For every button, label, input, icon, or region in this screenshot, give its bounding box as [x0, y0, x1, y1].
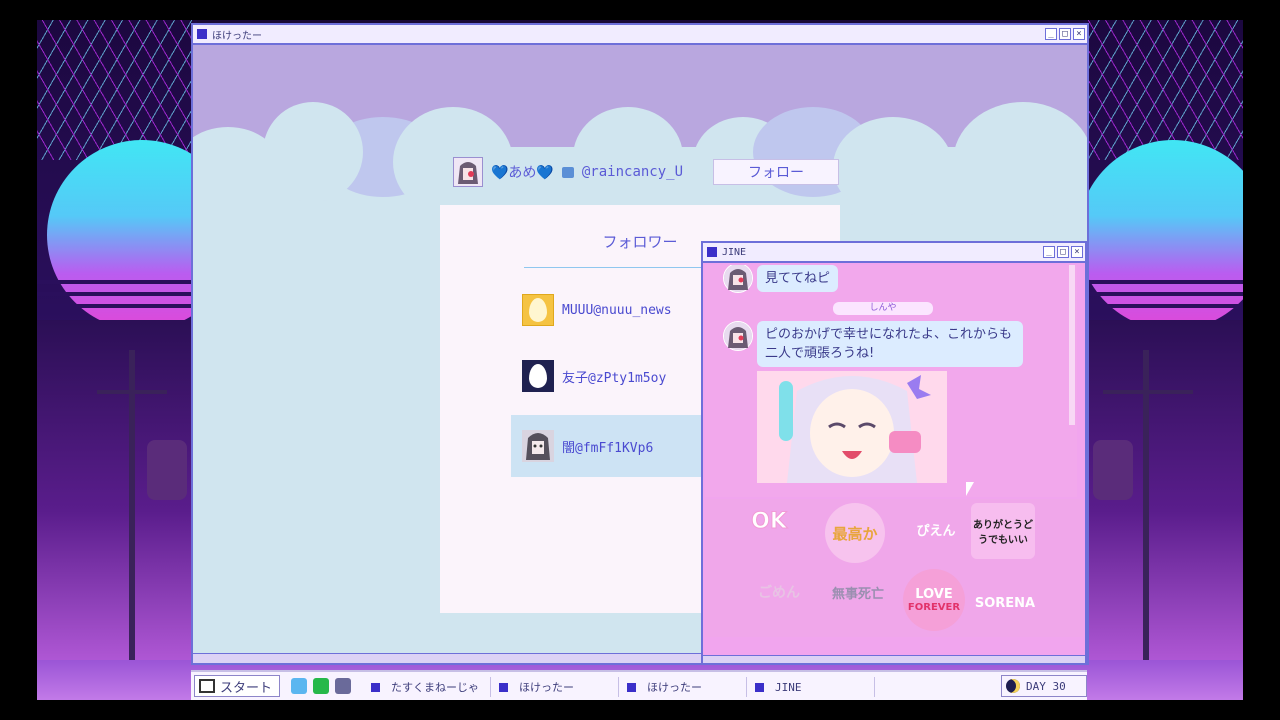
start-label: スタート: [220, 680, 273, 696]
moon-icon: [1006, 679, 1020, 693]
task-label: ほけったー: [519, 681, 574, 694]
follower-label: MUUU@nuuu_news: [562, 302, 672, 318]
profile-handle: @raincancy_U: [581, 164, 684, 180]
task-pokettter-2[interactable]: ほけったー: [621, 677, 747, 697]
screen: ほけったー _ □ × 💙あめ💙 @raincancy_U フォロー フォロワー…: [0, 0, 1280, 720]
window-icon: [371, 682, 380, 692]
task-label: JINE: [775, 680, 802, 694]
chat-avatar: [723, 321, 753, 351]
follower-label: 友子@zPty1m5oy: [562, 370, 667, 386]
minimize-button[interactable]: _: [1043, 246, 1055, 258]
chat-avatar: [723, 265, 753, 293]
chat-photo[interactable]: [757, 371, 947, 483]
follow-button[interactable]: フォロー: [713, 159, 839, 185]
window-statusbar: [703, 655, 1085, 663]
profile-name: 💙あめ💙: [491, 165, 554, 181]
chat-tag: しんや: [833, 302, 933, 315]
start-icon: [199, 679, 215, 693]
profile-avatar[interactable]: [453, 157, 483, 187]
stamp-pien[interactable]: ぴえん: [903, 499, 969, 559]
wallpaper-left: [37, 20, 197, 668]
stamp-sorena[interactable]: SORENA: [973, 573, 1037, 633]
wallpaper-right: [1083, 20, 1243, 668]
close-button[interactable]: ×: [1071, 246, 1083, 258]
chat-scrollbar[interactable]: [1069, 265, 1075, 425]
close-button[interactable]: ×: [1073, 28, 1085, 40]
chat-area[interactable]: 見ててねピ しんや ピのおかげで幸せになれたよ、これからも二人で頑張ろうね!: [705, 265, 1077, 497]
task-label: ほけったー: [647, 681, 702, 694]
task-label: たすくまねーじゃ: [391, 681, 479, 694]
task-taskmanager[interactable]: たすくまねーじゃ: [365, 677, 491, 697]
titlebar[interactable]: JINE _ □ ×: [703, 243, 1085, 263]
stamp-saikou[interactable]: 最高か: [825, 503, 885, 563]
chat-bubble: 見ててねピ: [757, 265, 839, 292]
stamp-arigato[interactable]: ありがとうどうでもいい: [971, 503, 1035, 559]
window-icon: [197, 29, 207, 39]
jine-window: JINE _ □ × 見ててねピ しんや ピのおかげで幸せになれたよ、これからも…: [701, 241, 1087, 665]
stamp-forever-label: FOREVER: [907, 602, 961, 613]
follower-label: 闇@fmFf1KVp6: [562, 440, 654, 456]
monitor-icon[interactable]: [335, 678, 351, 694]
stamp-love-label: LOVE: [915, 587, 953, 602]
window-icon: [627, 682, 636, 692]
stamp-ok[interactable]: OK: [745, 507, 793, 535]
day-label: DAY 30: [1026, 679, 1066, 693]
twitter-bird-icon[interactable]: [291, 678, 307, 694]
minimize-button[interactable]: _: [1045, 28, 1057, 40]
line-chat-icon[interactable]: [313, 678, 329, 694]
sunset-sun: [47, 140, 197, 330]
stamp-palette: OK 最高か ぴえん ありがとうどうでもいい ごめん 無事死亡 LOVE FOR…: [705, 499, 1083, 637]
titlebar[interactable]: ほけったー _ □ ×: [193, 25, 1087, 45]
start-button[interactable]: スタート: [194, 675, 280, 697]
lock-icon: [561, 166, 574, 178]
window-icon: [499, 682, 508, 692]
navy-egg-avatar-icon: [522, 360, 554, 392]
stamp-buji-shibou[interactable]: 無事死亡: [823, 581, 893, 603]
window-icon: [707, 247, 717, 257]
maximize-button[interactable]: □: [1057, 246, 1069, 258]
chat-bubble: ピのおかげで幸せになれたよ、これからも二人で頑張ろうね!: [757, 321, 1023, 367]
taskbar: スタート たすくまねーじゃ ほけったー ほけったー JINE DAY 30: [191, 670, 1087, 700]
day-counter: DAY 30: [1001, 675, 1087, 697]
sunset-sun: [1083, 140, 1243, 330]
maximize-button[interactable]: □: [1059, 28, 1071, 40]
window-title: ほけったー: [212, 30, 262, 42]
girl-avatar-icon: [522, 430, 554, 462]
window-icon: [755, 682, 764, 692]
stamp-love-forever[interactable]: LOVE FOREVER: [903, 569, 965, 631]
stamp-gomen[interactable]: ごめん: [749, 581, 809, 603]
window-title: JINE: [722, 246, 747, 258]
profile-header: 💙あめ💙 @raincancy_U: [453, 155, 683, 189]
task-pokettter[interactable]: ほけったー: [493, 677, 619, 697]
mouse-cursor-icon: [966, 482, 974, 496]
task-jine[interactable]: JINE: [749, 677, 875, 697]
yellow-egg-avatar-icon: [522, 294, 554, 326]
